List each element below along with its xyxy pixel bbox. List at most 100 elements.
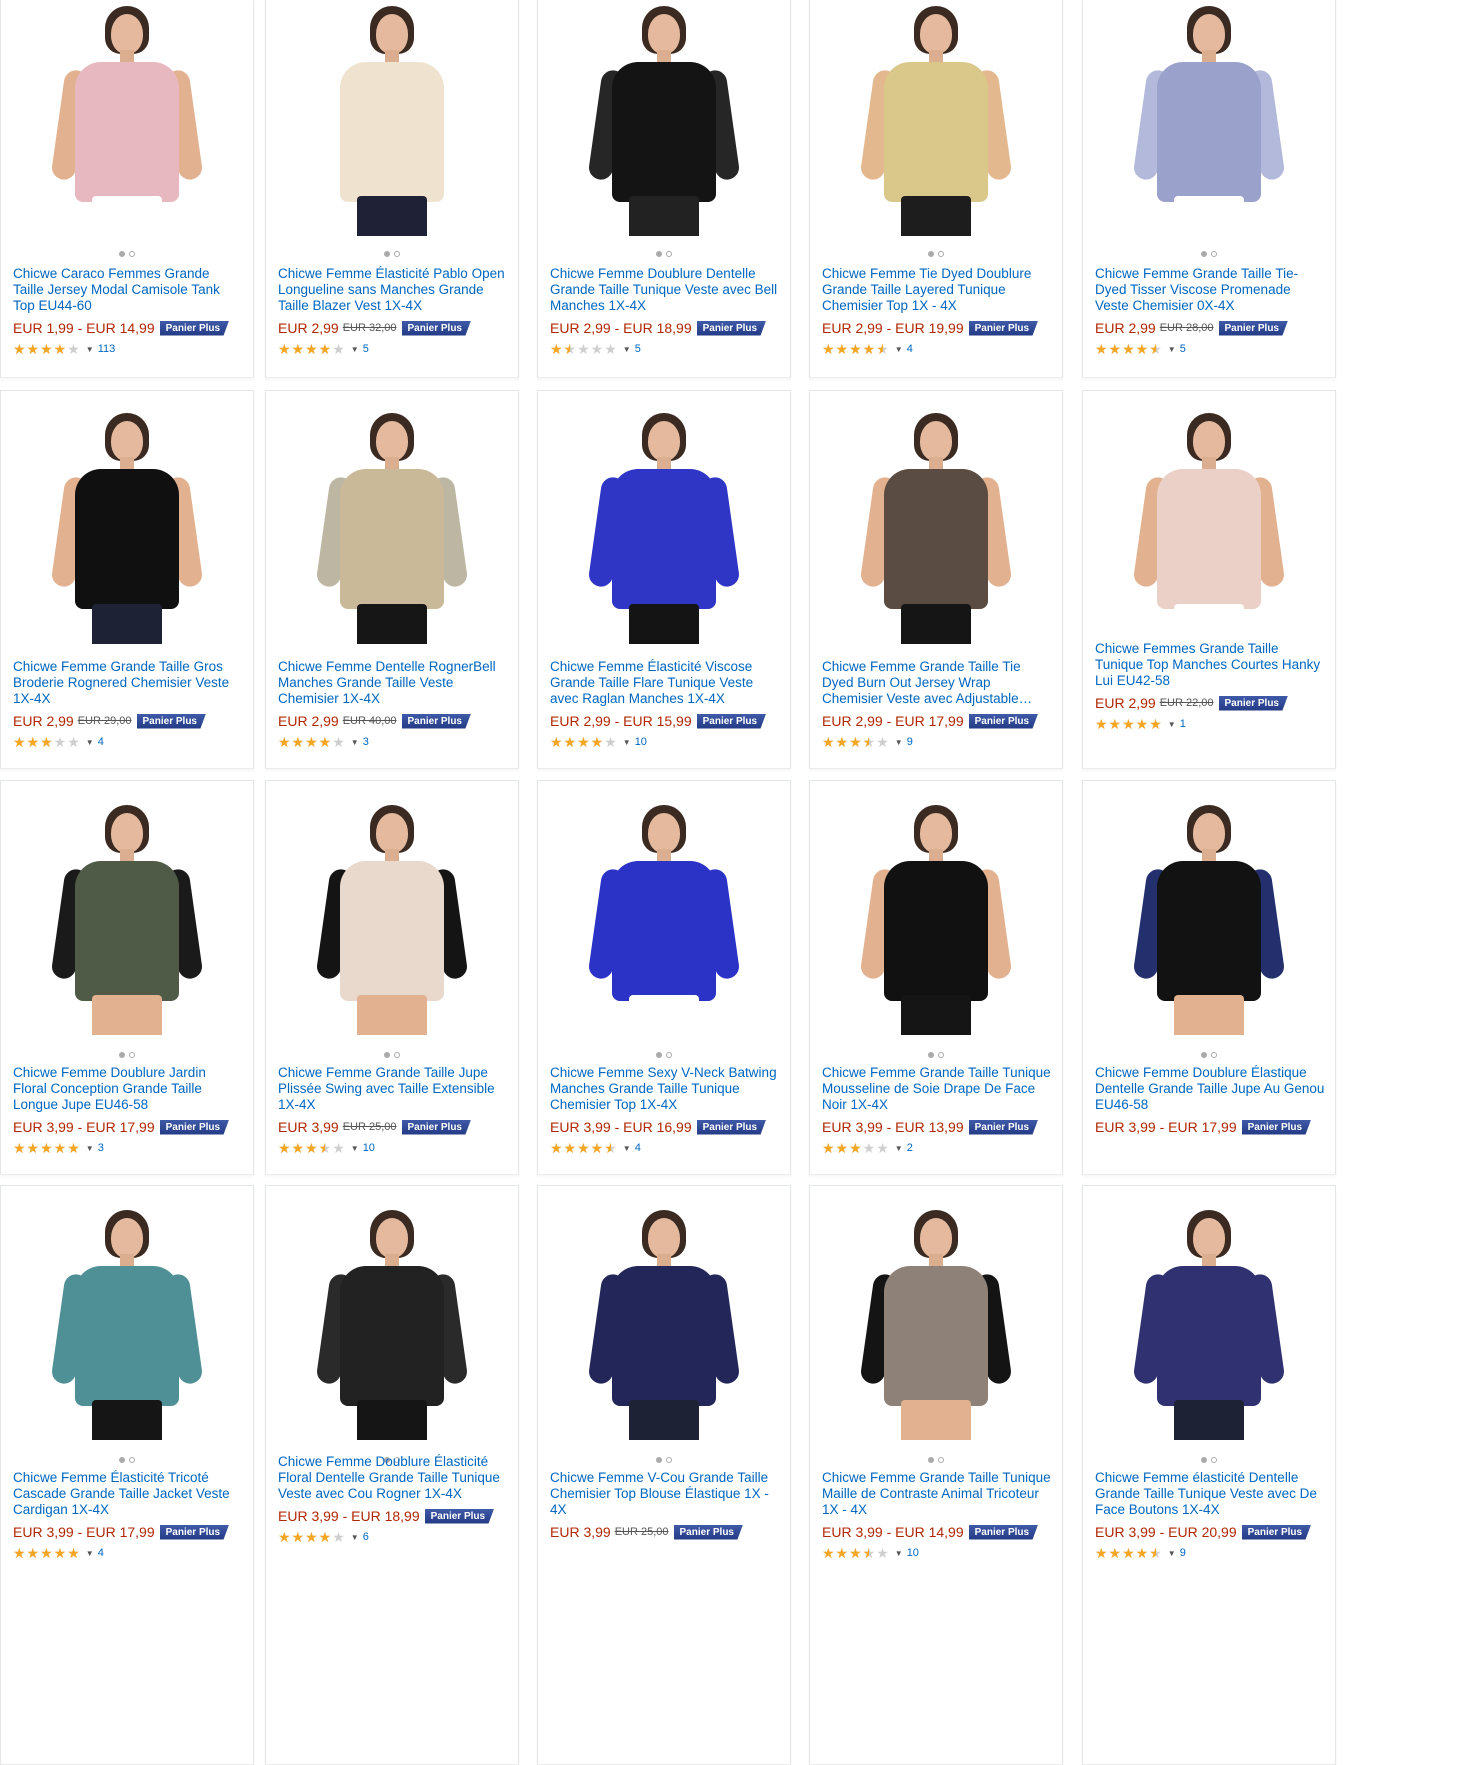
product-card[interactable]: Chicwe Caraco Femmes Grande Taille Jerse… [0, 0, 254, 378]
product-image[interactable] [810, 4, 1062, 236]
product-card[interactable]: Chicwe Femme V-Cou Grande Taille Chemisi… [537, 1185, 791, 1765]
review-count-link[interactable]: 9 [1180, 1547, 1186, 1559]
product-title-link[interactable]: Chicwe Femme Élasticité Pablo Open Longu… [278, 266, 508, 314]
star-rating-icon[interactable]: ★★★★★★★★★★ [550, 1141, 618, 1155]
carousel-dot[interactable] [119, 251, 125, 257]
chevron-down-icon[interactable]: ▼ [1168, 720, 1176, 729]
carousel-dot[interactable] [384, 1052, 390, 1058]
carousel-dot[interactable] [394, 251, 400, 257]
rating-row[interactable]: ★★★★★ ★★★★★ ▼ 1 [1095, 717, 1186, 731]
star-rating-icon[interactable]: ★★★★★★★★★★ [278, 342, 346, 356]
image-carousel-dots[interactable] [538, 1045, 790, 1058]
star-rating-icon[interactable]: ★★★★★★★★★★ [822, 342, 890, 356]
product-title-link[interactable]: Chicwe Femme Grande Taille Tie Dyed Burn… [822, 659, 1052, 707]
chevron-down-icon[interactable]: ▼ [623, 1144, 631, 1153]
star-rating-icon[interactable]: ★★★★★★★★★★ [278, 735, 346, 749]
product-card[interactable]: Chicwe Femme Dentelle RognerBell Manches… [265, 390, 519, 769]
product-image[interactable] [266, 1208, 518, 1440]
review-count-link[interactable]: 4 [98, 1547, 104, 1559]
carousel-dot[interactable] [1201, 1457, 1207, 1463]
rating-row[interactable]: ★★★★★★★★★★ ▼ 4 [13, 1546, 104, 1560]
chevron-down-icon[interactable]: ▼ [1168, 345, 1176, 354]
chevron-down-icon[interactable]: ▼ [86, 1549, 94, 1558]
product-image[interactable] [1, 4, 253, 236]
image-carousel-dots[interactable] [810, 1045, 1062, 1058]
rating-row[interactable]: ★★★★★★★★★★ ▼ 113 [13, 342, 115, 356]
rating-row[interactable]: ★★★★★★★★★★ ▼ 3 [278, 735, 369, 749]
carousel-dot[interactable] [394, 1052, 400, 1058]
chevron-down-icon[interactable]: ▼ [86, 738, 94, 747]
product-title-link[interactable]: Chicwe Femme Doublure Dentelle Grande Ta… [550, 266, 780, 314]
star-rating-icon[interactable]: ★★★★★★★★★★ [1095, 342, 1163, 356]
product-title-link[interactable]: Chicwe Femme Grande Taille Tie-Dyed Tiss… [1095, 266, 1325, 314]
carousel-dot[interactable] [938, 1457, 944, 1463]
rating-row[interactable]: ★★★★★★★★★★ ▼ 6 [278, 1530, 369, 1544]
rating-row[interactable]: ★★★★★★★★★★ ▼ 3 [13, 1141, 104, 1155]
carousel-dot[interactable] [938, 1052, 944, 1058]
chevron-down-icon[interactable]: ▼ [351, 1144, 359, 1153]
review-count-link[interactable]: 6 [363, 1531, 369, 1543]
carousel-dot[interactable] [129, 1052, 135, 1058]
image-carousel-dots[interactable] [538, 1450, 790, 1463]
product-title-link[interactable]: Chicwe Femme Élasticité Viscose Grande T… [550, 659, 780, 707]
review-count-link[interactable]: 3 [98, 1142, 104, 1154]
review-count-link[interactable]: 3 [363, 736, 369, 748]
product-image[interactable] [810, 803, 1062, 1035]
star-rating-icon[interactable]: ★★★★★★★★★★ [13, 1546, 81, 1560]
image-carousel-dots[interactable] [810, 1450, 1062, 1463]
product-card[interactable]: Chicwe Femme Grande Taille Tunique Maill… [809, 1185, 1063, 1765]
product-card[interactable]: Chicwe Femme Élasticité Tricoté Cascade … [0, 1185, 254, 1765]
chevron-down-icon[interactable]: ▼ [351, 738, 359, 747]
rating-row[interactable]: ★★★★★★★★★★ ▼ 5 [1095, 342, 1186, 356]
product-title-link[interactable]: Chicwe Femmes Grande Taille Tunique Top … [1095, 641, 1325, 689]
rating-row[interactable]: ★★★★★★★★★★ ▼ 9 [1095, 1546, 1186, 1560]
carousel-dot[interactable] [1211, 1052, 1217, 1058]
rating-row[interactable]: ★★★★★★★★★★ ▼ 10 [278, 1141, 375, 1155]
rating-row[interactable]: ★★★★★★★★★★ ▼ 5 [278, 342, 369, 356]
product-card[interactable]: Chicwe Femme Grande Taille Tie Dyed Burn… [809, 390, 1063, 769]
image-carousel-dots[interactable] [1, 1450, 253, 1463]
product-image[interactable] [1, 803, 253, 1035]
review-count-link[interactable]: 2 [907, 1142, 913, 1154]
review-count-link[interactable]: 9 [907, 736, 913, 748]
rating-row[interactable]: ★★★★★★★★★★ ▼ 10 [550, 735, 647, 749]
carousel-dot[interactable] [1201, 1052, 1207, 1058]
product-image[interactable] [810, 411, 1062, 644]
review-count-link[interactable]: 10 [635, 736, 647, 748]
product-title-link[interactable]: Chicwe Femme Doublure Élasticité Floral … [278, 1454, 508, 1502]
star-rating-icon[interactable]: ★★★★★★★★★★ [550, 735, 618, 749]
product-card[interactable]: Chicwe Femme Grande Taille Gros Broderie… [0, 390, 254, 769]
carousel-dot[interactable] [1211, 251, 1217, 257]
carousel-dot[interactable] [129, 1457, 135, 1463]
product-card[interactable]: Chicwe Femme élasticité Dentelle Grande … [1082, 1185, 1336, 1765]
product-card[interactable]: Chicwe Femme Grande Taille Tunique Mouss… [809, 780, 1063, 1175]
image-carousel-dots[interactable] [1, 1045, 253, 1058]
chevron-down-icon[interactable]: ▼ [895, 345, 903, 354]
carousel-dot[interactable] [666, 1457, 672, 1463]
star-rating-icon[interactable]: ★★★★★★★★★★ [278, 1530, 346, 1544]
product-title-link[interactable]: Chicwe Femme Tie Dyed Doublure Grande Ta… [822, 266, 1052, 314]
rating-row[interactable]: ★★★★★★★★★★ ▼ 10 [822, 1546, 919, 1560]
carousel-dot[interactable] [928, 1457, 934, 1463]
rating-row[interactable]: ★★★★★★★★★★ ▼ 4 [13, 735, 104, 749]
product-image[interactable] [538, 1208, 790, 1440]
product-card[interactable]: Chicwe Femme Élasticité Pablo Open Longu… [265, 0, 519, 378]
product-image[interactable] [1083, 4, 1335, 236]
rating-row[interactable]: ★★★★★★★★★★ ▼ 4 [550, 1141, 641, 1155]
product-title-link[interactable]: Chicwe Caraco Femmes Grande Taille Jerse… [13, 266, 243, 314]
carousel-dot[interactable] [119, 1457, 125, 1463]
product-title-link[interactable]: Chicwe Femme V-Cou Grande Taille Chemisi… [550, 1470, 780, 1518]
product-title-link[interactable]: Chicwe Femme élasticité Dentelle Grande … [1095, 1470, 1325, 1518]
review-count-link[interactable]: 10 [363, 1142, 375, 1154]
star-rating-icon[interactable]: ★★★★★★★★★★ [822, 735, 890, 749]
rating-row[interactable]: ★★★★★★★★★★ ▼ 2 [822, 1141, 913, 1155]
carousel-dot[interactable] [928, 1052, 934, 1058]
product-title-link[interactable]: Chicwe Femme Grande Taille Jupe Plissée … [278, 1065, 508, 1113]
review-count-link[interactable]: 4 [98, 736, 104, 748]
chevron-down-icon[interactable]: ▼ [1168, 1549, 1176, 1558]
carousel-dot[interactable] [1211, 1457, 1217, 1463]
image-carousel-dots[interactable] [1083, 1045, 1335, 1058]
product-image[interactable] [1, 1208, 253, 1440]
product-image[interactable] [266, 803, 518, 1035]
product-image[interactable] [1083, 411, 1335, 644]
